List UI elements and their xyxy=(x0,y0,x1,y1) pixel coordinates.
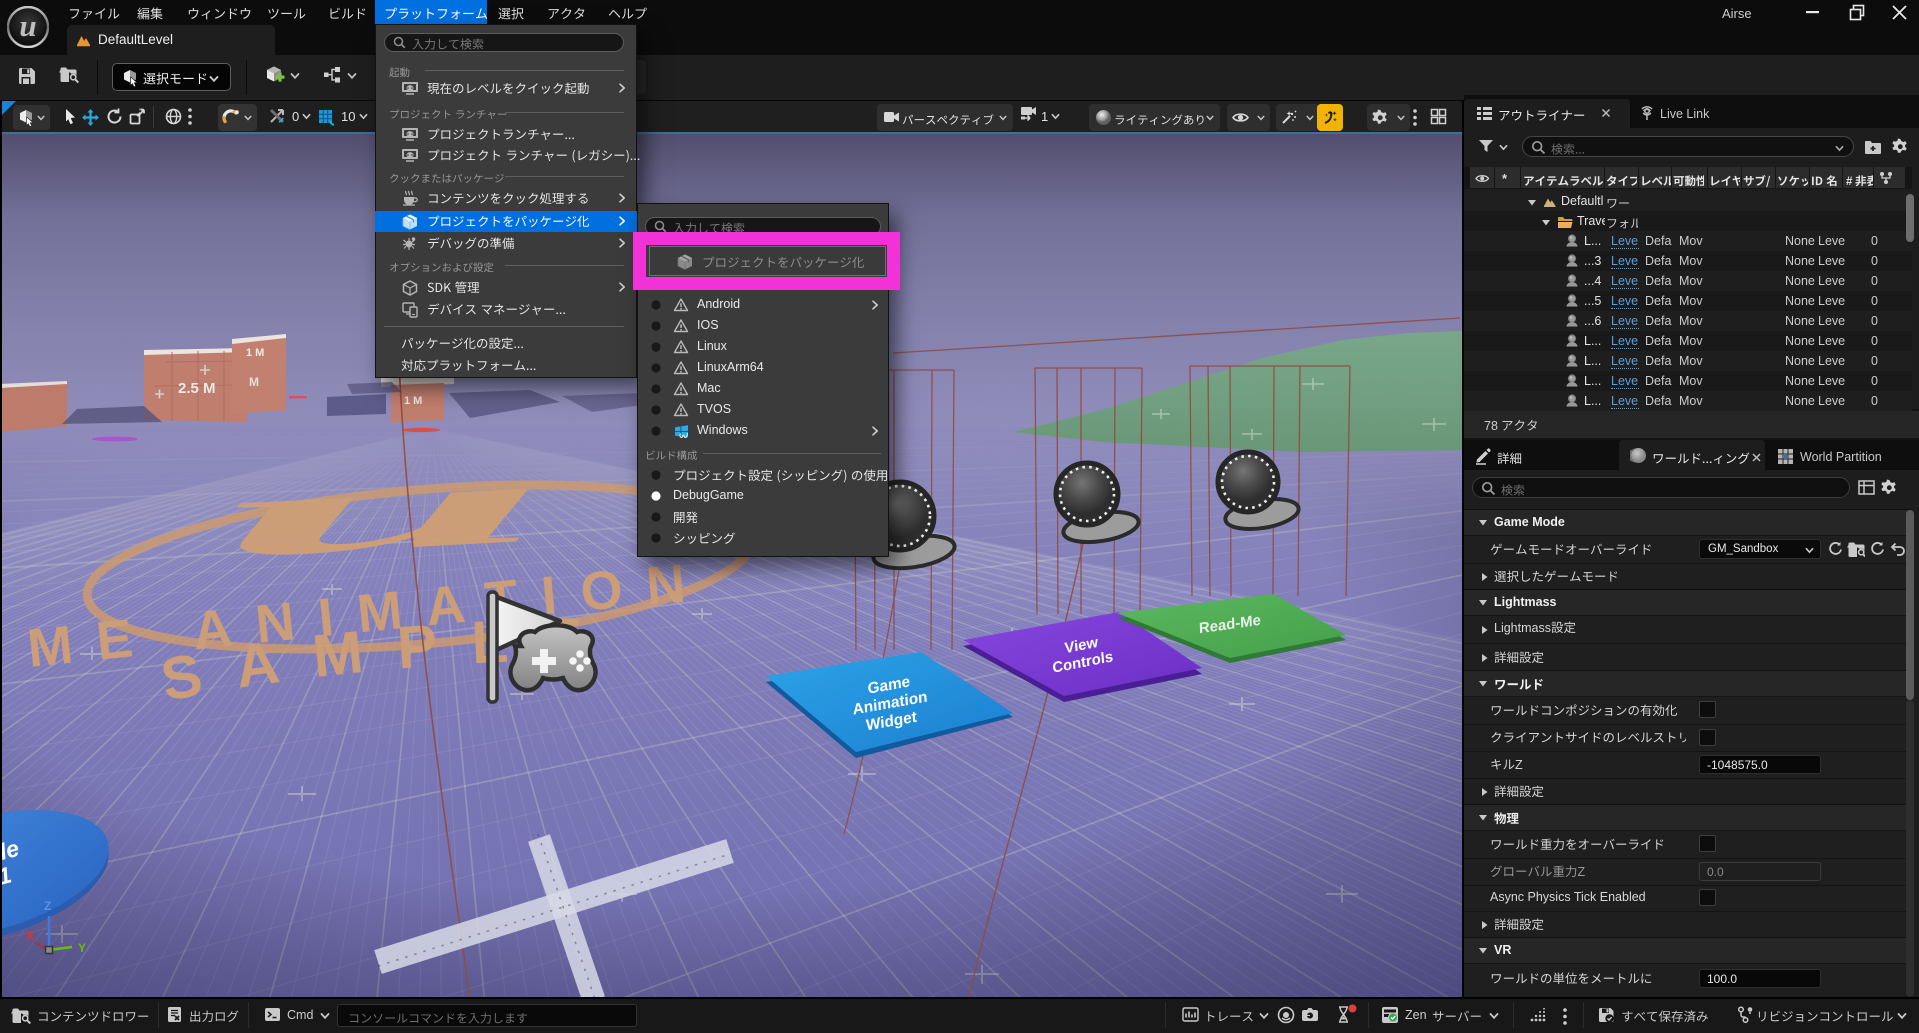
svg-text:u: u xyxy=(19,8,36,43)
svg-text:1 M: 1 M xyxy=(246,347,264,359)
svg-text:M: M xyxy=(249,375,259,389)
svg-text:Z: Z xyxy=(44,899,51,913)
svg-text:2.5 M: 2.5 M xyxy=(178,380,216,397)
svg-text:X: X xyxy=(26,929,34,943)
svg-text:1 M: 1 M xyxy=(404,395,422,407)
svg-text:u: u xyxy=(212,438,552,581)
svg-text:Y: Y xyxy=(78,941,86,955)
